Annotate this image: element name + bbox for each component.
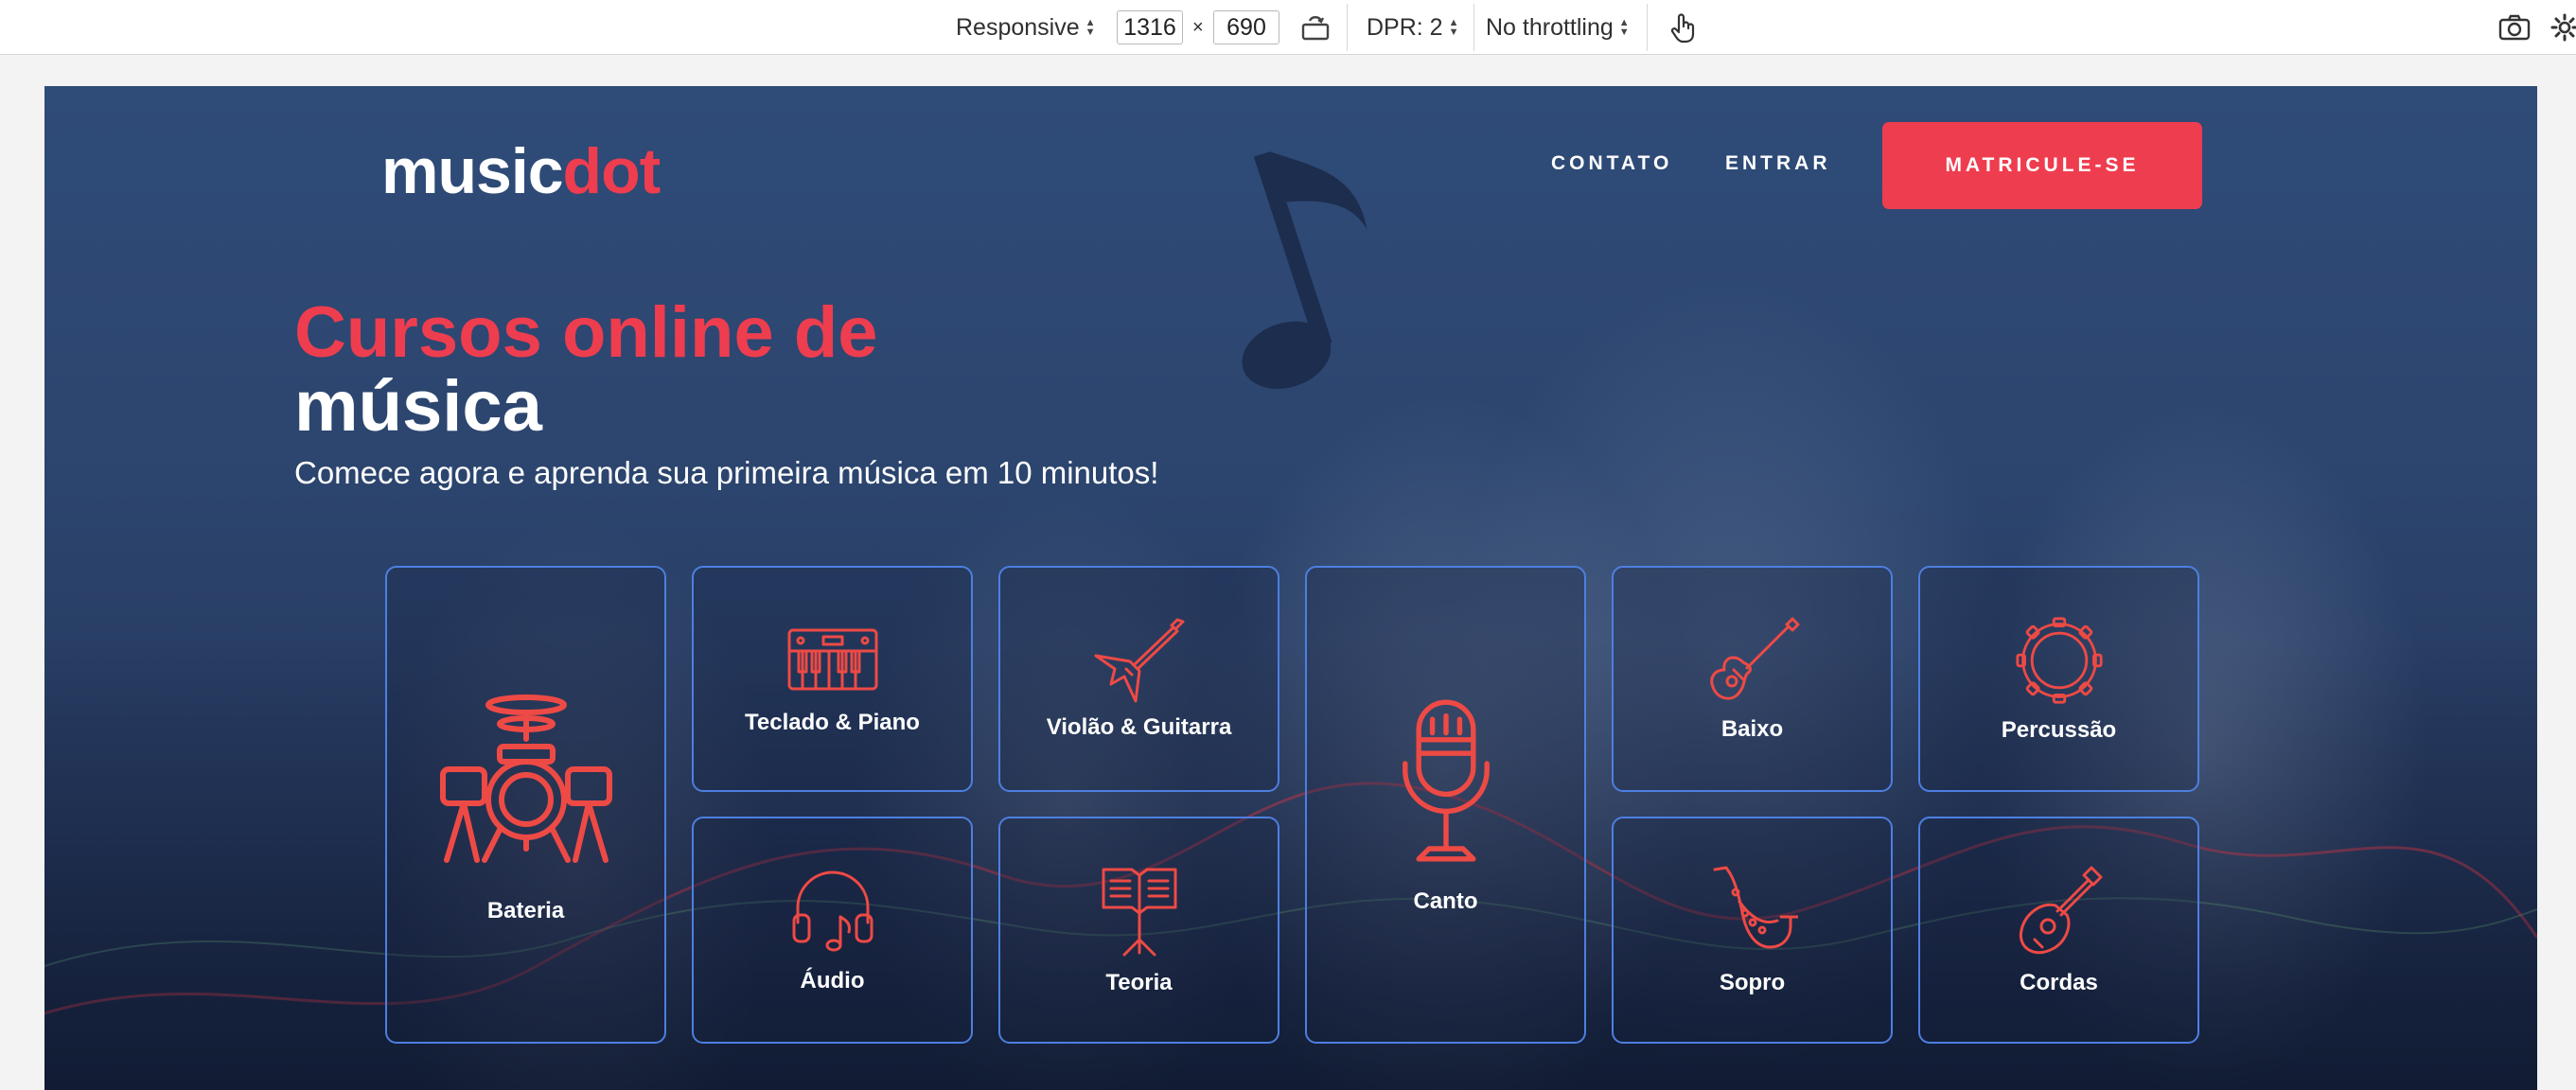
tambourine-icon xyxy=(2015,616,2103,704)
course-card-baixo[interactable]: Baixo xyxy=(1612,566,1893,792)
course-label: Canto xyxy=(1413,888,1478,914)
dpr-label: DPR: 2 xyxy=(1367,13,1443,41)
keyboard-icon xyxy=(787,628,877,690)
viewport-height-input[interactable]: 690 xyxy=(1213,10,1279,44)
electric-guitar-icon xyxy=(1094,618,1184,702)
toolbar-divider xyxy=(1473,4,1474,51)
course-card-teclado-piano[interactable]: Teclado & Piano xyxy=(692,566,973,792)
logo-text-music: music xyxy=(381,135,564,207)
course-label: Áudio xyxy=(800,968,865,993)
course-label: Violão & Guitarra xyxy=(1046,713,1232,740)
course-label: Sopro xyxy=(1719,970,1786,995)
enroll-button[interactable]: MATRICULE-SE xyxy=(1882,122,2202,209)
course-label: Percussão xyxy=(2001,716,2117,743)
select-arrows-icon: ▲ ▼ xyxy=(1085,17,1096,38)
course-card-violao-guitarra[interactable]: Violão & Guitarra xyxy=(998,566,1279,792)
microphone-icon xyxy=(1402,699,1490,861)
device-mode-select[interactable]: Responsive ▲ ▼ xyxy=(956,0,1096,55)
hero-title: Cursos online de música xyxy=(294,296,878,444)
viewport-width-input[interactable]: 1316 xyxy=(1117,10,1183,44)
drum-kit-icon xyxy=(439,694,612,863)
saxophone-icon xyxy=(1713,866,1798,949)
dpr-select[interactable]: DPR: 2 ▲ ▼ xyxy=(1367,0,1458,55)
toolbar-divider xyxy=(1347,4,1348,51)
course-card-bateria[interactable]: Bateria xyxy=(385,566,666,1044)
course-card-sopro[interactable]: Sopro xyxy=(1612,817,1893,1044)
musicdot-logo[interactable]: music dot xyxy=(381,128,662,207)
course-label: Cordas xyxy=(2020,970,2098,995)
music-stand-icon xyxy=(1102,868,1176,957)
throttling-select[interactable]: No throttling ▲ ▼ xyxy=(1486,0,1630,55)
course-card-audio[interactable]: Áudio xyxy=(692,817,973,1044)
mandolin-icon xyxy=(2019,866,2102,955)
course-label: Bateria xyxy=(486,897,565,923)
select-arrows-icon: ▲ ▼ xyxy=(1448,17,1459,38)
hero-title-line2: música xyxy=(294,366,542,447)
throttling-label: No throttling xyxy=(1486,13,1614,41)
nav-login-link[interactable]: ENTRAR xyxy=(1725,152,1831,175)
course-card-percussao[interactable]: Percussão xyxy=(1918,566,2199,792)
course-card-canto[interactable]: Canto xyxy=(1305,566,1586,1044)
rotate-icon[interactable] xyxy=(1300,0,1331,55)
screenshot-icon[interactable] xyxy=(2498,0,2531,55)
course-label: Teoria xyxy=(1105,970,1173,995)
select-arrows-icon: ▲ ▼ xyxy=(1618,17,1630,38)
headphones-icon xyxy=(792,870,873,952)
course-card-teoria[interactable]: Teoria xyxy=(998,817,1279,1044)
settings-icon[interactable] xyxy=(2550,0,2576,55)
hero-title-line1: Cursos online de xyxy=(294,292,878,373)
logo-text-dot: dot xyxy=(562,135,662,207)
toolbar-divider xyxy=(1647,4,1648,51)
hero-subtitle: Comece agora e aprenda sua primeira músi… xyxy=(294,455,1159,490)
course-label: Baixo xyxy=(1720,716,1784,742)
nav-contact-link[interactable]: CONTATO xyxy=(1551,152,1672,175)
page-viewport: music dot CONTATO ENTRAR MATRICULE-SE Cur… xyxy=(44,86,2537,1090)
device-mode-label: Responsive xyxy=(956,13,1080,41)
dimension-separator: × xyxy=(1192,16,1204,38)
course-label: Teclado & Piano xyxy=(745,709,920,735)
course-card-cordas[interactable]: Cordas xyxy=(1918,817,2199,1044)
devtools-device-toolbar: Responsive ▲ ▼ 1316 × 690 DPR: 2 ▲ ▼ No th… xyxy=(0,0,2576,55)
touch-icon[interactable] xyxy=(1669,0,1696,55)
bass-guitar-icon xyxy=(1709,617,1799,700)
